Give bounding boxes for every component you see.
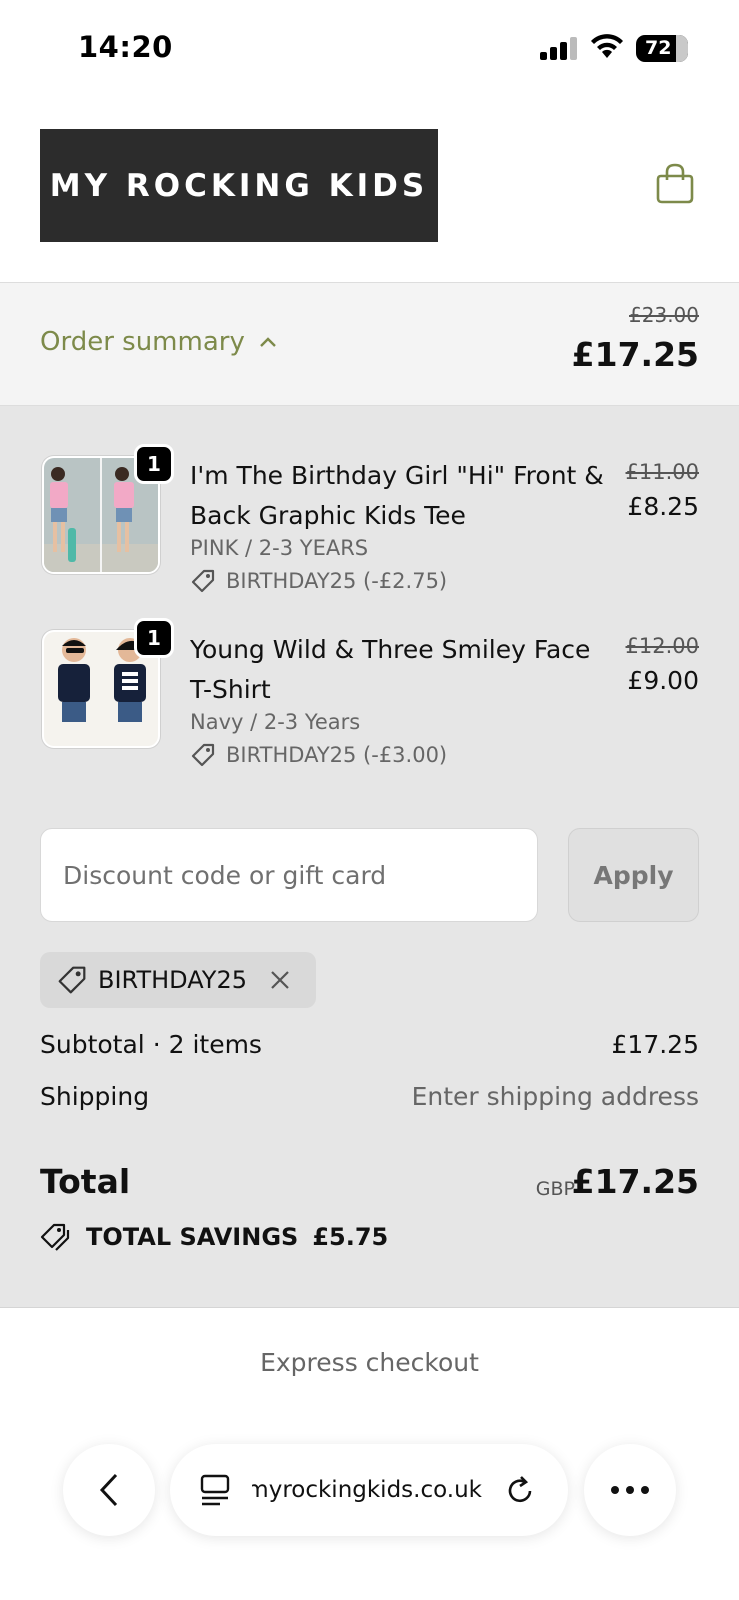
shipping-value: Enter shipping address [411,1082,699,1111]
tag-icon [58,966,86,994]
item-discount: BIRTHDAY25 (-£2.75) [190,568,447,594]
ellipsis-icon [611,1486,649,1494]
item-prices: £11.00 £8.25 [626,460,699,521]
line-item: 1 Young Wild & Three Smiley Face T-Shirt… [40,618,699,780]
url-text: myrockingkids.co.uk [252,1477,482,1503]
savings-value: £5.75 [312,1223,389,1251]
total-value: £17.25 [571,1162,699,1201]
quantity-badge: 1 [134,444,174,484]
item-title: I'm The Birthday Girl "Hi" Front & Back … [190,461,604,530]
order-summary-toggle[interactable]: Order summary [40,327,277,357]
close-icon[interactable] [269,969,291,991]
item-prices: £12.00 £9.00 [626,634,699,695]
item-variant: Navy / 2-3 Years [190,710,361,734]
discount-code-input[interactable] [40,828,538,922]
chevron-up-icon [259,337,276,347]
shipping-row: Shipping Enter shipping address [40,1082,699,1116]
chevron-left-icon [99,1473,118,1507]
subtotal-label: Subtotal · 2 items [40,1030,262,1059]
item-original-price: £12.00 [625,634,699,658]
address-bar[interactable]: myrockingkids.co.uk [170,1444,568,1536]
battery-icon: 72 [636,35,688,62]
order-summary-label: Order summary [40,327,245,357]
discount-form: Apply [40,828,699,922]
battery-level: 72 [645,37,672,59]
total-row: Total GBP £17.25 [40,1162,699,1212]
tag-icon [191,569,215,593]
summary-total: £17.25 [571,335,699,374]
reader-icon [200,1474,230,1506]
subtotal-value: £17.25 [611,1030,699,1059]
tags-icon [40,1223,70,1251]
summary-original-total: £23.00 [629,303,699,327]
store-logo[interactable]: MY ROCKING KIDS [40,129,438,242]
apply-discount-button[interactable]: Apply [568,828,699,922]
subtotal-row: Subtotal · 2 items £17.25 [40,1030,699,1064]
total-savings: TOTAL SAVINGS £5.75 [40,1222,388,1252]
total-label: Total [40,1162,131,1201]
wifi-icon [591,34,623,58]
store-header: MY ROCKING KIDS [0,90,739,283]
item-original-price: £11.00 [625,460,699,484]
item-discount-text: BIRTHDAY25 (-£3.00) [226,743,448,767]
tag-icon [191,743,215,767]
browser-toolbar: myrockingkids.co.uk [0,1444,739,1536]
order-summary-bar: Order summary £23.00 £17.25 [0,283,739,406]
shipping-label: Shipping [40,1082,150,1111]
item-price: £8.25 [627,492,699,521]
item-discount: BIRTHDAY25 (-£3.00) [190,742,447,768]
status-bar: 14:20 72 [0,0,739,90]
applied-discount-chip: BIRTHDAY25 [40,952,316,1008]
express-checkout-label: Express checkout [260,1348,479,1377]
total-currency: GBP [535,1178,575,1200]
item-discount-text: BIRTHDAY25 (-£2.75) [226,569,448,593]
quantity-badge: 1 [134,618,174,658]
signal-icon [540,36,578,60]
order-summary-panel: 1 I'm The Birthday Girl "Hi" Front & Bac… [0,406,739,1308]
item-price: £9.00 [627,666,699,695]
status-time: 14:20 [78,30,173,64]
summary-prices: £23.00 £17.25 [572,303,699,374]
applied-discount-code: BIRTHDAY25 [98,966,247,994]
back-button[interactable] [63,1444,155,1536]
shopping-bag-icon[interactable] [656,162,694,204]
item-title: Young Wild & Three Smiley Face T-Shirt [190,635,591,704]
reload-icon[interactable] [504,1474,536,1506]
item-variant: PINK / 2-3 YEARS [190,536,369,560]
savings-label: TOTAL SAVINGS [86,1223,299,1251]
more-options-button[interactable] [584,1444,676,1536]
line-item: 1 I'm The Birthday Girl "Hi" Front & Bac… [40,444,699,606]
